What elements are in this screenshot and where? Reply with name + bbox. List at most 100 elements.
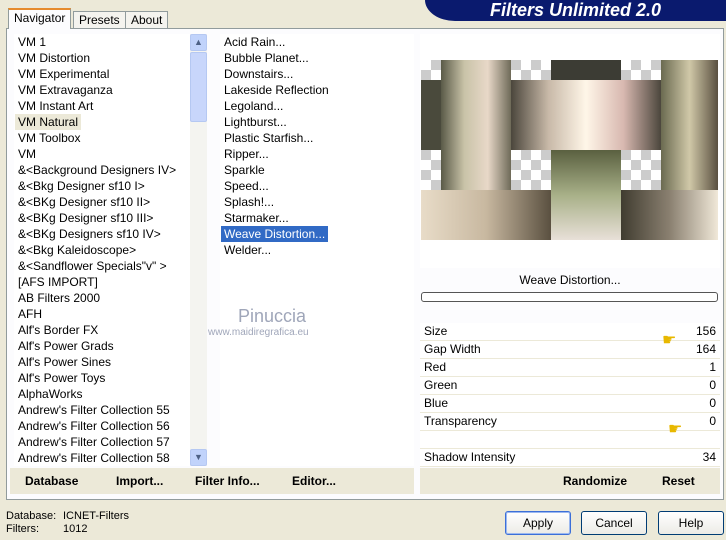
category-label: VM Instant Art xyxy=(18,99,94,113)
filter-item[interactable]: Lakeside Reflection xyxy=(220,82,414,98)
status-database-value: ICNET-Filters xyxy=(63,510,129,522)
category-item[interactable]: VM Instant Art xyxy=(14,98,190,114)
category-label: Andrew's Filter Collection 57 xyxy=(18,435,170,449)
import-button[interactable]: Import... xyxy=(116,474,163,488)
category-label: Andrew's Filter Collection 56 xyxy=(18,419,170,433)
filter-item[interactable]: Weave Distortion... xyxy=(220,226,414,242)
tab-navigator[interactable]: Navigator xyxy=(8,8,72,29)
category-label: [AFS IMPORT] xyxy=(18,275,98,289)
filter-item[interactable]: Plastic Starfish... xyxy=(220,130,414,146)
cancel-button[interactable]: Cancel xyxy=(581,511,647,535)
category-label: &<Bkg Kaleidoscope> xyxy=(18,243,137,257)
category-item[interactable]: Andrew's Filter Collection 57 xyxy=(14,434,190,450)
category-label: AFH xyxy=(18,307,42,321)
filter-item[interactable]: Starmaker... xyxy=(220,210,414,226)
randomize-button[interactable]: Randomize xyxy=(563,474,627,488)
navigator-button-bar: Database Import... Filter Info... Editor… xyxy=(10,468,414,494)
param-label: Blue xyxy=(424,396,449,410)
category-item[interactable]: Alf's Power Toys xyxy=(14,370,190,386)
filter-item[interactable]: Sparkle xyxy=(220,162,414,178)
pointing-hand-icon: ☛ xyxy=(662,332,677,349)
param-value: 156 xyxy=(695,324,716,338)
category-item[interactable]: Andrew's Filter Collection 58 xyxy=(14,450,190,466)
filter-item[interactable]: Bubble Planet... xyxy=(220,50,414,66)
preview-image xyxy=(421,60,718,240)
category-scrollbar[interactable]: ▲ ▼ xyxy=(190,34,207,466)
filter-item[interactable]: Splash!... xyxy=(220,194,414,210)
filter-item[interactable]: Lightburst... xyxy=(220,114,414,130)
category-item[interactable]: Alf's Border FX xyxy=(14,322,190,338)
filter-item[interactable]: Acid Rain... xyxy=(220,34,414,50)
category-list[interactable]: VM 1 VM Distortion VM Experimental VM Extra… xyxy=(14,34,190,466)
category-label: Alf's Border FX xyxy=(18,323,99,337)
category-item[interactable]: AlphaWorks xyxy=(14,386,190,402)
category-label: AlphaWorks xyxy=(18,387,83,401)
category-item[interactable]: &<BKg Designers sf10 IV> xyxy=(14,226,190,242)
category-item[interactable]: Alf's Power Grads xyxy=(14,338,190,354)
category-label: VM Extravaganza xyxy=(18,83,113,97)
editor-button[interactable]: Editor... xyxy=(292,474,336,488)
filter-label: Plastic Starfish... xyxy=(224,131,314,145)
category-item[interactable]: VM 1 xyxy=(14,34,190,50)
status-filters-label: Filters: xyxy=(6,523,39,535)
category-label: VM Experimental xyxy=(18,67,110,81)
category-item[interactable]: AFH xyxy=(14,306,190,322)
watermark-url: www.maidiregrafica.eu xyxy=(208,327,309,338)
param-value: 1 xyxy=(709,360,716,374)
category-item[interactable]: VM Extravaganza xyxy=(14,82,190,98)
reset-button[interactable]: Reset xyxy=(662,474,695,488)
category-item[interactable]: &<Background Designers IV> xyxy=(14,162,190,178)
category-item[interactable]: VM Natural xyxy=(14,114,190,130)
scroll-up-icon[interactable]: ▲ xyxy=(190,34,207,51)
apply-button[interactable]: Apply xyxy=(505,511,571,535)
scroll-down-icon[interactable]: ▼ xyxy=(190,449,207,466)
param-label: Gap Width xyxy=(424,342,481,356)
param-slider[interactable]: Red 1 xyxy=(420,359,720,377)
category-item[interactable]: &<BKg Designer sf10 III> xyxy=(14,210,190,226)
scroll-thumb[interactable] xyxy=(190,52,207,122)
filter-label: Starmaker... xyxy=(224,211,289,225)
category-label: &<BKg Designer sf10 III> xyxy=(18,211,154,225)
category-item[interactable]: VM Distortion xyxy=(14,50,190,66)
progress-bar xyxy=(421,292,718,302)
category-label: &<BKg Designer sf10 II> xyxy=(18,195,151,209)
param-slider[interactable]: Blue 0 xyxy=(420,395,720,413)
filter-label: Legoland... xyxy=(224,99,284,113)
category-item[interactable]: &<BKg Designer sf10 II> xyxy=(14,194,190,210)
filter-item[interactable]: Speed... xyxy=(220,178,414,194)
filter-item[interactable]: Ripper... xyxy=(220,146,414,162)
database-button[interactable]: Database xyxy=(25,474,78,488)
category-item[interactable]: VM Toolbox xyxy=(14,130,190,146)
category-item[interactable]: VM Experimental xyxy=(14,66,190,82)
watermark-name: Pinuccia xyxy=(238,306,307,326)
filter-name-label: Weave Distortion... xyxy=(519,273,621,287)
filter-item[interactable]: Welder... xyxy=(220,242,414,258)
category-item[interactable]: Alf's Power Sines xyxy=(14,354,190,370)
filter-info-button[interactable]: Filter Info... xyxy=(195,474,260,488)
param-label: Transparency xyxy=(424,414,497,428)
category-item[interactable]: AB Filters 2000 xyxy=(14,290,190,306)
category-item[interactable]: [AFS IMPORT] xyxy=(14,274,190,290)
category-item[interactable]: &<Bkg Designer sf10 I> xyxy=(14,178,190,194)
filter-item[interactable]: Legoland... xyxy=(220,98,414,114)
param-button-bar: Randomize Reset xyxy=(420,468,720,494)
tab-presets[interactable]: Presets xyxy=(73,11,126,29)
category-item[interactable]: Andrew's Filter Collection 55 xyxy=(14,402,190,418)
param-slider[interactable]: Shadow Intensity 34 xyxy=(420,449,720,467)
filter-item[interactable]: Downstairs... xyxy=(220,66,414,82)
help-button[interactable]: Help xyxy=(658,511,724,535)
category-item[interactable]: Andrew's Filter Collection 56 xyxy=(14,418,190,434)
category-label: &<BKg Designers sf10 IV> xyxy=(18,227,161,241)
param-slider[interactable]: Green 0 xyxy=(420,377,720,395)
filter-label: Welder... xyxy=(224,243,272,257)
category-item[interactable]: VM xyxy=(14,146,190,162)
category-item[interactable]: &<Bkg Kaleidoscope> xyxy=(14,242,190,258)
category-label: VM Distortion xyxy=(18,51,91,65)
app-title: Filters Unlimited 2.0 xyxy=(425,0,726,21)
param-value: 164 xyxy=(695,342,716,356)
category-item[interactable]: &<Sandflower Specials"v" > xyxy=(14,258,190,274)
filter-list[interactable]: Acid Rain... Bubble Planet... Downstairs..… xyxy=(220,34,414,466)
tab-about[interactable]: About xyxy=(125,11,169,29)
param-value: 0 xyxy=(709,414,716,428)
category-label: VM Toolbox xyxy=(18,131,81,145)
